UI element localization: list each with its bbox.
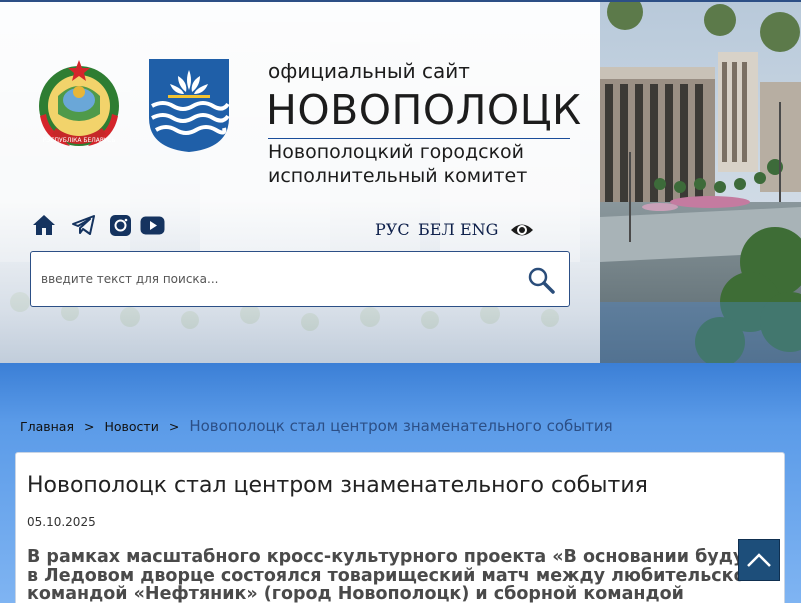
search-icon[interactable] <box>527 266 555 294</box>
city-photo <box>600 2 801 363</box>
title-divider <box>268 138 570 139</box>
breadcrumb-separator: > <box>168 418 180 434</box>
article-date: 05.10.2025 <box>27 515 96 529</box>
novopolotsk-coat-of-arms-logo <box>149 59 230 152</box>
chevron-up-icon <box>747 553 771 567</box>
belarus-emblem-logo: РЭСПУБЛІКА БЕЛАРУСЬ <box>39 60 119 146</box>
breadcrumb: Главная > Новости > Новополоцк стал цент… <box>20 417 613 435</box>
search-box <box>30 251 570 307</box>
breadcrumb-news-link[interactable]: Новости <box>104 419 158 434</box>
eye-icon[interactable] <box>510 220 534 240</box>
site-subtitle: официальный сайт <box>268 59 470 83</box>
executive-committee-line-1: Новополоцкий городской <box>268 141 525 163</box>
instagram-icon[interactable] <box>107 212 133 238</box>
site-header: РЭСПУБЛІКА БЕЛАРУСЬ официальный сайт НОВ… <box>0 0 801 363</box>
lang-ru-link[interactable]: РУС <box>375 220 410 239</box>
breadcrumb-home-link[interactable]: Главная <box>20 419 74 434</box>
youtube-icon[interactable] <box>139 212 165 238</box>
article-lead: В рамках масштабного кросс-культурного п… <box>27 548 784 603</box>
executive-committee-title: Новополоцкий городской исполнительный ко… <box>268 140 527 188</box>
executive-committee-line-2: исполнительный комитет <box>268 165 528 187</box>
article-title: Новополоцк стал центром знаменательного … <box>27 473 648 498</box>
article-lead-line: в Ледовом дворце состоялся товарищеский … <box>27 566 758 585</box>
emblem-ribbon-text: РЭСПУБЛІКА БЕЛАРУСЬ <box>43 137 116 144</box>
lang-en-link[interactable]: ENG <box>460 220 498 239</box>
site-city-title: НОВОПОЛОЦК <box>266 86 582 134</box>
search-input[interactable] <box>41 252 511 306</box>
breadcrumb-current: Новополоцк стал центром знаменательного … <box>189 417 613 435</box>
lang-be-link[interactable]: БЕЛ <box>418 220 455 239</box>
article-lead-line: В рамках масштабного кросс-культурного п… <box>27 548 776 567</box>
city-square-photo <box>600 2 801 363</box>
home-icon[interactable] <box>31 212 57 238</box>
article-lead-line: командой «Нефтяник» (город Новополоцк) и… <box>27 585 684 603</box>
scroll-to-top-button[interactable] <box>738 539 780 581</box>
article-card: Новополоцк стал центром знаменательного … <box>15 452 785 603</box>
breadcrumb-separator: > <box>84 418 95 434</box>
telegram-icon[interactable] <box>70 212 96 238</box>
